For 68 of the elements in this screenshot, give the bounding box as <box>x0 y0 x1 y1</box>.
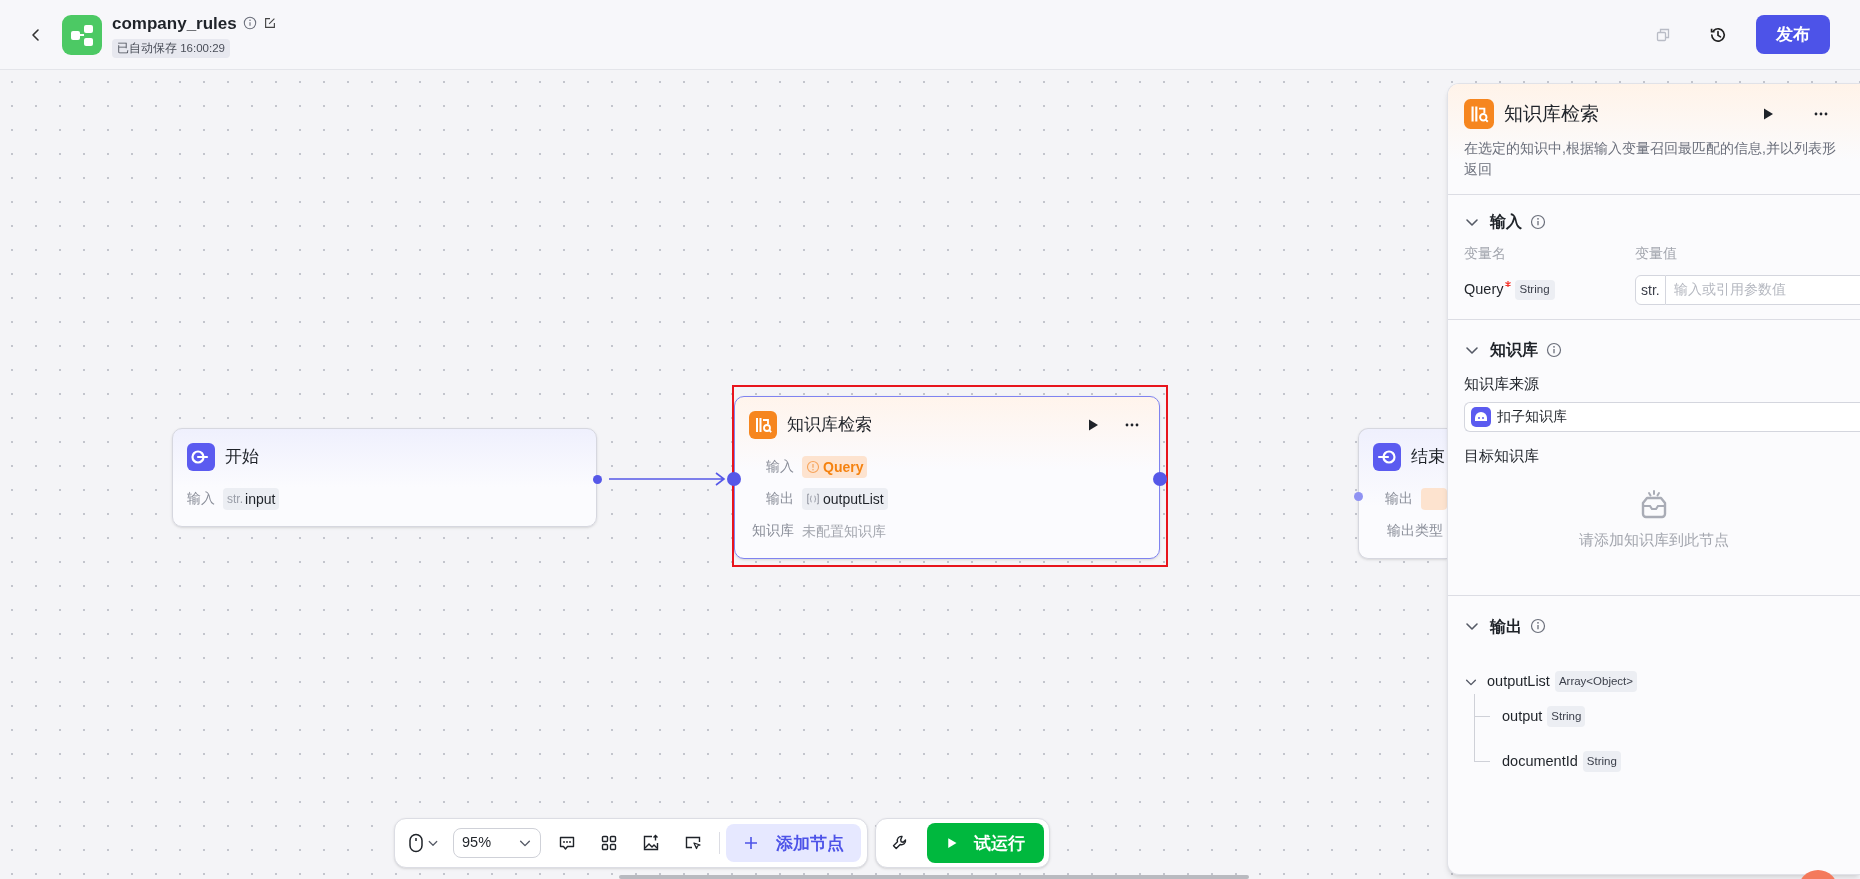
robot-icon <box>1471 406 1491 427</box>
type-prefix: str. <box>1635 275 1666 305</box>
autosave-badge: 已自动保存 16:00:29 <box>112 39 230 59</box>
array-icon <box>806 492 820 506</box>
app-title: company_rules <box>112 12 237 35</box>
cursor-screen-icon[interactable] <box>684 834 702 852</box>
document-search-icon <box>1464 99 1494 129</box>
edit-icon[interactable] <box>262 16 277 31</box>
section-title: 知识库 <box>1490 340 1538 361</box>
publish-button[interactable]: 发布 <box>1756 15 1830 54</box>
history-icon[interactable] <box>1709 25 1727 44</box>
node-title: 开始 <box>225 446 259 469</box>
section-title: 输入 <box>1490 212 1522 233</box>
type-tag: String <box>1547 706 1586 728</box>
node-title: 知识库检索 <box>787 414 872 437</box>
variable-tag: outputList <box>802 488 888 510</box>
output-name: documentId <box>1502 751 1578 771</box>
comment-icon[interactable] <box>558 834 576 852</box>
param-name: Query <box>1464 280 1504 300</box>
layout-icon[interactable] <box>600 834 618 852</box>
column-header: 变量名 <box>1464 244 1506 263</box>
input-field[interactable]: 输入或引用参数值 <box>1665 275 1860 305</box>
type-tag: Array<Object> <box>1554 671 1638 693</box>
field-value: 未配置知识库 <box>802 521 886 541</box>
workflow-node[interactable]: 结束 输出 输出类型 <box>1358 428 1447 559</box>
column-header: 变量值 <box>1635 244 1677 263</box>
end-icon <box>1373 443 1401 471</box>
variable-tag: Query <box>802 456 868 478</box>
panel-description: 返回 <box>1464 160 1492 179</box>
add-node-button[interactable]: 添加节点 <box>726 824 861 862</box>
plus-icon <box>743 836 758 850</box>
scrollbar[interactable] <box>619 875 1249 879</box>
field-label: 知识库 <box>751 521 794 540</box>
wrench-icon[interactable] <box>890 834 909 852</box>
info-icon[interactable] <box>1546 342 1562 358</box>
document-search-icon <box>749 411 777 439</box>
play-icon <box>946 837 959 849</box>
panel-description: 在选定的知识中,根据输入变量召回最匹配的信息,并以列表形 <box>1464 139 1836 158</box>
output-name: outputList <box>1487 671 1550 691</box>
workflow-node[interactable]: 知识库检索 输入 Query 输出 outputList 知识库 未配置知识库 <box>734 396 1160 559</box>
type-tag: String <box>1582 751 1621 773</box>
field-label: 目标知识库 <box>1464 446 1539 466</box>
field-label: 输出类型 <box>1386 521 1443 540</box>
app-logo-icon <box>62 14 102 55</box>
field-label: 输入 <box>187 489 215 508</box>
info-icon[interactable] <box>1530 618 1546 635</box>
output-name: output <box>1502 706 1543 726</box>
panel-title: 知识库检索 <box>1504 101 1599 126</box>
node-title: 结束 <box>1411 446 1445 469</box>
mouse-icon[interactable] <box>408 833 424 853</box>
type-tag: String <box>1514 280 1555 300</box>
source-select[interactable]: 扣子知识库 <box>1464 401 1860 432</box>
info-icon[interactable] <box>242 16 257 31</box>
variable-tag <box>1420 488 1447 510</box>
field-label: 输出 <box>765 489 794 508</box>
info-icon[interactable] <box>1530 214 1546 230</box>
zoom-select[interactable]: 95% <box>453 828 541 858</box>
section-title: 输出 <box>1490 616 1522 637</box>
warning-icon <box>806 460 820 474</box>
field-label: 知识库来源 <box>1464 375 1539 394</box>
interaction-mode-button[interactable] <box>408 833 439 853</box>
field-label: 输出 <box>1383 489 1413 508</box>
start-icon <box>187 443 215 471</box>
variable-tag: str.input <box>223 488 280 510</box>
image-icon[interactable] <box>642 834 660 852</box>
workflow-node[interactable]: 开始 输入 str.input <box>172 428 597 527</box>
field-label: 输入 <box>765 457 794 476</box>
empty-state-text: 请添加知识库到此节点 <box>1579 530 1729 550</box>
